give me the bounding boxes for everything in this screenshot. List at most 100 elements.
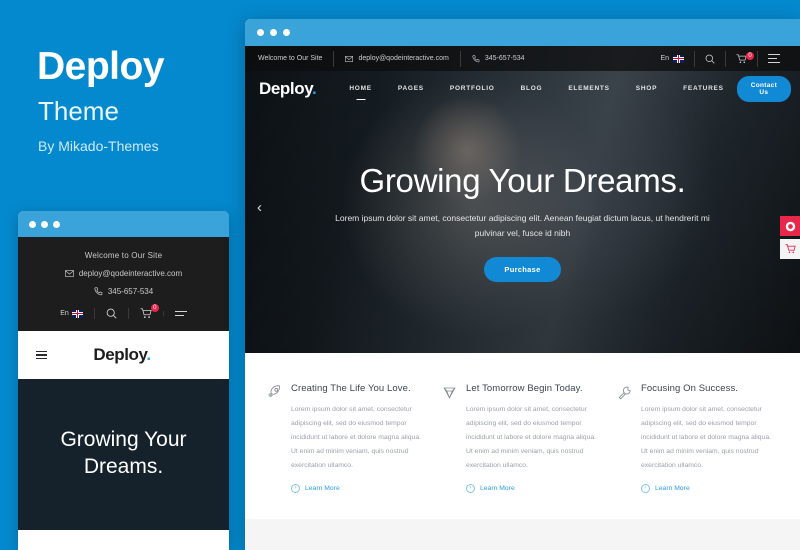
site-logo-dot: .: [312, 78, 317, 98]
feature-card: Creating The Life You Love. Lorem ipsum …: [267, 383, 428, 493]
mobile-header: Deploy.: [18, 331, 229, 379]
mobile-hero: Growing Your Dreams.: [18, 379, 229, 530]
feature-text: Lorem ipsum dolor sit amet, consectetur …: [291, 406, 421, 469]
mobile-topbar: Welcome to Our Site deploy@qodeinteracti…: [18, 237, 229, 331]
envelope-icon: [64, 270, 74, 277]
mobile-phone-row[interactable]: 345-657-534: [18, 287, 229, 296]
window-dot-3[interactable]: [53, 220, 60, 228]
nav-item-home[interactable]: HOME: [336, 85, 385, 92]
rocket-icon: [268, 385, 280, 398]
feature-icon-wrap: [617, 383, 632, 493]
topbar-right-group: En 0: [650, 50, 790, 67]
site-logo-text: Deploy: [259, 78, 313, 98]
hero-description: Lorem ipsum dolor sit amet, consectetur …: [335, 213, 710, 238]
topbar-email[interactable]: deploy@qodeinteractive.com: [333, 50, 459, 67]
topbar-phone-text: 345-657-534: [484, 55, 525, 62]
nav-item-pages[interactable]: PAGES: [385, 85, 437, 92]
feature-body: Let Tomorrow Begin Today. Lorem ipsum do…: [466, 383, 603, 493]
nav-item-blog[interactable]: BLOG: [508, 85, 556, 92]
learn-more-label: Learn More: [655, 484, 690, 492]
mobile-nav-hamburger-icon[interactable]: [36, 350, 47, 360]
slider-prev-arrow[interactable]: ‹: [257, 200, 262, 215]
window-dot-2[interactable]: [41, 220, 48, 228]
topbar-left-group: Welcome to Our Site deploy@qodeinteracti…: [255, 50, 536, 67]
mobile-language-switcher[interactable]: En: [49, 309, 94, 318]
browser-dot-1[interactable]: [257, 29, 264, 36]
features-section: Creating The Life You Love. Lorem ipsum …: [245, 353, 800, 519]
site-logo[interactable]: Deploy.: [259, 78, 317, 99]
feature-body: Focusing On Success. Lorem ipsum dolor s…: [641, 383, 778, 493]
learn-more-link[interactable]: › Learn More: [641, 483, 778, 493]
mobile-topbar-icons: En 0: [18, 304, 229, 319]
mobile-menu-button[interactable]: [162, 311, 198, 316]
cart-badge: 0: [746, 51, 754, 60]
cart-icon: [140, 308, 152, 318]
mobile-cart-badge: 0: [150, 304, 159, 312]
envelope-icon: [345, 55, 354, 62]
learn-more-link[interactable]: › Learn More: [291, 483, 428, 493]
phone-icon: [94, 287, 103, 296]
hero-content: Growing Your Dreams. Lorem ipsum dolor s…: [245, 106, 800, 282]
purchase-button[interactable]: Purchase: [484, 256, 561, 282]
hamburger-icon: [174, 311, 187, 316]
learn-more-label: Learn More: [305, 484, 340, 492]
feature-title: Creating The Life You Love.: [291, 383, 411, 394]
nav-item-features[interactable]: FEATURES: [670, 85, 737, 92]
topbar-phone[interactable]: 345-657-534: [459, 50, 536, 67]
mobile-email-text: deploy@qodeinteractive.com: [78, 269, 183, 278]
mobile-hero-line-2: Dreams.: [83, 454, 164, 478]
browser-titlebar: [245, 19, 800, 46]
desktop-preview-window: Welcome to Our Site deploy@qodeinteracti…: [245, 19, 800, 550]
mobile-preview-window: Welcome to Our Site deploy@qodeinteracti…: [18, 211, 229, 550]
arrow-right-circle-icon: ›: [641, 483, 650, 493]
mobile-hero-line-1: Growing Your: [60, 428, 187, 451]
side-cart-tab[interactable]: [780, 239, 800, 259]
nav-items: HOME PAGES PORTFOLIO BLOG ELEMENTS SHOP …: [336, 85, 736, 92]
mobile-hero-title: Growing Your Dreams.: [18, 427, 229, 481]
cart-button[interactable]: 0: [725, 50, 757, 67]
search-icon: [705, 54, 715, 64]
promo-subtitle: Theme: [38, 96, 119, 126]
screenshot-root: Deploy Theme By Mikado-Themes Welcome to…: [0, 0, 800, 550]
feature-card: Focusing On Success. Lorem ipsum dolor s…: [617, 383, 778, 493]
search-button[interactable]: [694, 50, 725, 67]
contact-us-button[interactable]: Contact Us: [736, 75, 792, 102]
nav-item-elements[interactable]: ELEMENTS: [555, 85, 622, 92]
window-dot-1[interactable]: [29, 220, 36, 228]
language-switcher[interactable]: En: [650, 51, 694, 67]
mobile-cart-button[interactable]: 0: [127, 304, 163, 319]
feature-title: Let Tomorrow Begin Today.: [466, 383, 583, 394]
browser-dot-3[interactable]: [283, 29, 290, 36]
uk-flag-icon: [71, 309, 83, 318]
site-topbar: Welcome to Our Site deploy@qodeinteracti…: [245, 46, 800, 71]
cart-icon: [785, 244, 796, 254]
uk-flag-icon: [673, 54, 684, 63]
learn-more-link[interactable]: › Learn More: [466, 483, 603, 493]
feature-icon-wrap: [442, 383, 457, 493]
mobile-email-row[interactable]: deploy@qodeinteractive.com: [18, 269, 229, 278]
wrench-icon: [618, 386, 631, 400]
arrow-right-circle-icon: ›: [466, 483, 475, 493]
mobile-language-label: En: [60, 310, 69, 317]
sticker-badge-icon: [785, 221, 795, 231]
hero-section: Welcome to Our Site deploy@qodeinteracti…: [245, 46, 800, 353]
mobile-welcome-text: Welcome to Our Site: [84, 251, 163, 260]
nav-item-portfolio[interactable]: PORTFOLIO: [437, 85, 508, 92]
mobile-search-button[interactable]: [93, 308, 128, 319]
arrow-right-circle-icon: ›: [291, 483, 300, 493]
feature-title: Focusing On Success.: [641, 383, 739, 394]
diamond-icon: [443, 387, 456, 399]
sticker-badge-tab[interactable]: [780, 216, 800, 236]
mobile-logo[interactable]: Deploy.: [47, 345, 197, 365]
latest-news-section: Latest News: [245, 518, 800, 550]
browser-dot-2[interactable]: [270, 29, 277, 36]
learn-more-label: Learn More: [480, 484, 515, 492]
nav-item-shop[interactable]: SHOP: [623, 85, 670, 92]
menu-button[interactable]: [757, 50, 790, 67]
feature-body: Creating The Life You Love. Lorem ipsum …: [291, 383, 428, 493]
topbar-welcome: Welcome to Our Site: [255, 51, 333, 67]
feature-text: Lorem ipsum dolor sit amet, consectetur …: [466, 406, 596, 469]
language-label: En: [660, 55, 669, 62]
mobile-logo-dot: .: [146, 345, 151, 364]
feature-card: Let Tomorrow Begin Today. Lorem ipsum do…: [442, 383, 603, 493]
